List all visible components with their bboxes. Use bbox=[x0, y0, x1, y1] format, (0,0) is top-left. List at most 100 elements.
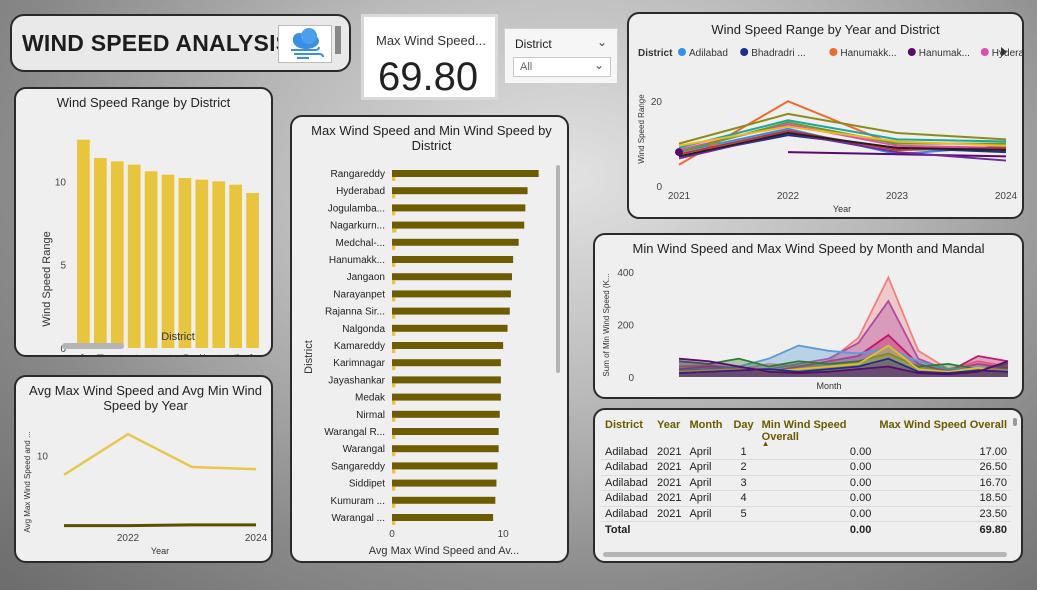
y-tick-label: 200 bbox=[617, 321, 634, 332]
bar-max bbox=[392, 238, 519, 246]
bar-max bbox=[392, 307, 510, 315]
y-tick-label: Siddipet bbox=[349, 479, 385, 490]
y-tick-label: Nalgonda bbox=[342, 324, 385, 335]
table-cell: Total bbox=[601, 521, 653, 537]
column-header-label: Min Wind Speed Overall bbox=[761, 419, 847, 443]
sort-desc-icon: ▲ bbox=[761, 439, 770, 448]
x-tick-label: 2024 bbox=[995, 191, 1018, 202]
x-tick-label: Nalgonda bbox=[231, 354, 241, 357]
table-row[interactable]: Adilabad 2021 April 4 0.00 18.50 bbox=[601, 490, 1011, 507]
table-row[interactable]: Adilabad 2021 April 2 0.00 26.50 bbox=[601, 459, 1011, 476]
bar-min bbox=[392, 435, 396, 439]
column-header-max-wind[interactable]: Max Wind Speed Overall bbox=[875, 418, 1011, 444]
dropdown-value: All bbox=[520, 61, 533, 73]
table-cell: 2021 bbox=[652, 490, 686, 507]
district-slicer: District ⌄ All ⌄ bbox=[504, 28, 618, 84]
x-tick-label: Rangareddy bbox=[78, 354, 88, 357]
y-tick-label: Kamareddy bbox=[334, 341, 385, 352]
y-tick-label: 0 bbox=[656, 182, 662, 193]
table-cell: 18.50 bbox=[875, 490, 1011, 507]
vertical-scrollbar[interactable] bbox=[1013, 418, 1017, 426]
x-tick-label: Rajanna Sir... bbox=[214, 354, 224, 357]
y-tick-label: Jangaon bbox=[347, 272, 385, 283]
horizontal-scrollbar[interactable] bbox=[603, 552, 1007, 557]
bar bbox=[246, 193, 259, 348]
x-tick-label: Kamareddy bbox=[248, 354, 258, 357]
column-header-district[interactable]: District bbox=[601, 418, 653, 444]
range-by-district-card[interactable]: Wind Speed Range by District 0510Rangare… bbox=[14, 87, 273, 357]
max-min-by-district-card[interactable]: Max Wind Speed and Min Wind Speed by Dis… bbox=[290, 115, 569, 563]
column-header-day[interactable]: Day bbox=[729, 418, 757, 444]
bar bbox=[77, 139, 90, 348]
y-axis-title: Sum of Min Wind Speed (K... bbox=[602, 273, 611, 376]
series-line bbox=[63, 432, 257, 476]
title-scrollbar[interactable] bbox=[335, 26, 341, 54]
bar-max bbox=[392, 462, 498, 470]
bar-min bbox=[392, 366, 396, 371]
bar-max bbox=[392, 256, 514, 263]
legend-item: Bhadradri ... bbox=[751, 48, 805, 59]
table-cell: 0.00 bbox=[757, 444, 876, 460]
y-tick-label: Nirmal bbox=[356, 410, 385, 421]
x-tick-label: 2023 bbox=[886, 191, 909, 202]
chevron-down-icon: ⌄ bbox=[593, 58, 604, 72]
column-header-month[interactable]: Month bbox=[685, 418, 729, 444]
bar bbox=[195, 179, 209, 348]
column-header-min-wind[interactable]: Min Wind Speed Overall ▲ bbox=[758, 418, 876, 448]
bar-max bbox=[392, 496, 496, 504]
bar bbox=[161, 174, 175, 348]
highlight-marker bbox=[675, 148, 683, 157]
table-cell: Adilabad bbox=[601, 475, 653, 491]
y-axis-title: Avg Max Wind Speed and ... bbox=[23, 431, 32, 532]
series-line bbox=[64, 523, 256, 528]
range-by-year-district-card[interactable]: Wind Speed Range by Year and District Di… bbox=[627, 12, 1024, 219]
table-cell: April bbox=[685, 475, 730, 491]
bar-min bbox=[392, 486, 396, 491]
avg-by-year-card[interactable]: Avg Max Wind Speed and Avg Min Wind Spee… bbox=[14, 375, 273, 563]
bar-min bbox=[392, 177, 396, 181]
y-tick-label: Warangal R... bbox=[324, 427, 385, 438]
bar-max bbox=[392, 342, 504, 349]
table-total-row[interactable]: Total 0.00 69.80 bbox=[601, 521, 1011, 537]
horizontal-scrollbar bbox=[62, 343, 124, 349]
table-cell: Adilabad bbox=[601, 459, 653, 476]
bar-max bbox=[392, 359, 501, 367]
table-cell: 2021 bbox=[652, 475, 686, 491]
bar-min bbox=[392, 211, 396, 216]
kpi-value: 69.80 bbox=[378, 55, 479, 99]
x-tick-label: 2024 bbox=[245, 533, 268, 544]
y-tick-label: 0 bbox=[628, 373, 634, 384]
table-row[interactable]: Adilabad 2021 April 1 0.00 17.00 bbox=[601, 444, 1011, 460]
title-card: WIND SPEED ANALYSIS bbox=[10, 14, 351, 72]
kpi-card: Max Wind Speed... 69.80 bbox=[361, 14, 498, 100]
detail-table: District Year Month Day Min Wind Speed O… bbox=[601, 418, 1011, 537]
bar-min bbox=[392, 349, 396, 353]
table-row[interactable]: Adilabad 2021 April 3 0.00 16.70 bbox=[601, 475, 1011, 491]
bar-max bbox=[392, 479, 497, 487]
table-cell: 0.00 bbox=[757, 521, 876, 537]
x-axis-title: Year bbox=[833, 204, 851, 214]
y-tick-label: Narayanpet bbox=[333, 289, 385, 300]
x-tick-label: Hyderabad bbox=[95, 354, 105, 357]
vertical-scrollbar bbox=[556, 165, 560, 373]
bar-min bbox=[392, 263, 396, 267]
table-cell: 0.00 bbox=[757, 506, 876, 522]
column-header-year[interactable]: Year bbox=[653, 418, 685, 444]
bar-min bbox=[392, 503, 396, 508]
district-dropdown[interactable]: All ⌄ bbox=[513, 57, 611, 77]
table-cell: Adilabad bbox=[601, 490, 653, 507]
bar-max bbox=[392, 410, 500, 418]
legend-item: Hanumak... bbox=[919, 48, 970, 59]
chevron-down-icon[interactable]: ⌄ bbox=[597, 35, 607, 49]
bar bbox=[127, 164, 141, 348]
x-tick-label: 2021 bbox=[668, 191, 691, 202]
table-cell bbox=[729, 521, 758, 537]
y-tick-label: Kumuram ... bbox=[331, 496, 385, 507]
y-tick-label: Warangal bbox=[343, 444, 385, 455]
table-row[interactable]: Adilabad 2021 April 5 0.00 23.50 bbox=[601, 506, 1011, 522]
bar-min bbox=[392, 521, 396, 525]
table-cell: 2021 bbox=[652, 444, 686, 460]
bar-min bbox=[392, 280, 396, 285]
month-mandal-card[interactable]: Min Wind Speed and Max Wind Speed by Mon… bbox=[593, 233, 1024, 399]
detail-table-card: District Year Month Day Min Wind Speed O… bbox=[593, 408, 1023, 563]
